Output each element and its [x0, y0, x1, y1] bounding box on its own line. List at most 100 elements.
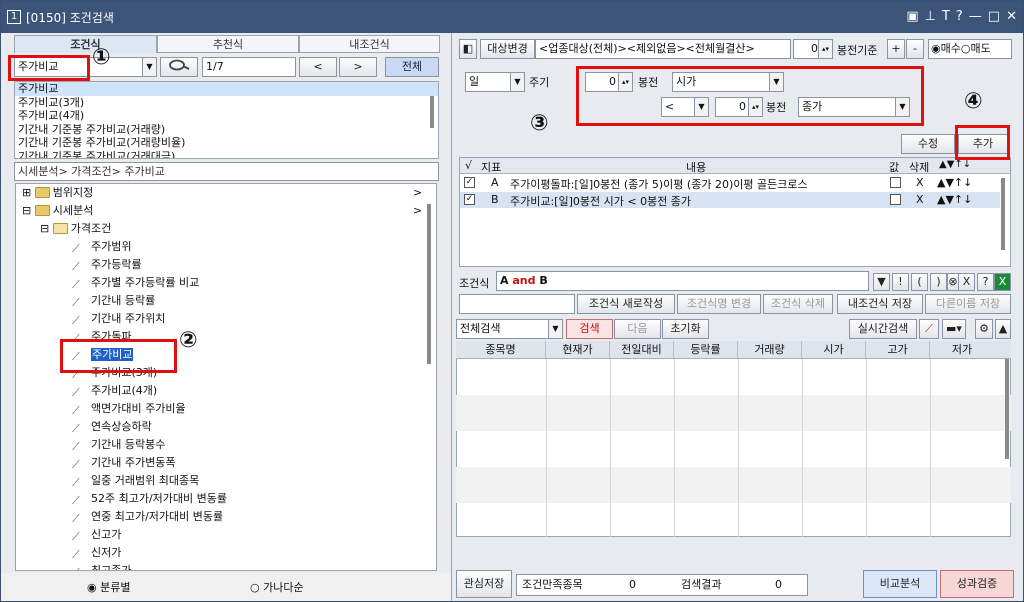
tree-leaf[interactable]: ⟋ 주가비교(4개): [72, 382, 157, 400]
scrollbar[interactable]: [430, 96, 434, 128]
tree-leaf[interactable]: ⟋ 일중 거래범위 최대종목: [72, 472, 199, 490]
next-button[interactable]: >: [339, 57, 377, 77]
verify-button[interactable]: 성과검증: [940, 570, 1014, 598]
value-checkbox[interactable]: [890, 194, 901, 205]
list-item[interactable]: 주가비교(4개): [15, 109, 438, 123]
tree-leaf[interactable]: ⟋ 주가별 주가등락률 비교: [72, 274, 199, 292]
tab-conditions[interactable]: 조건식: [14, 35, 157, 53]
tab-recommended[interactable]: 추천식: [157, 35, 299, 53]
tree-leaf[interactable]: ⟋ 신고가: [72, 526, 121, 544]
delete-condition-button[interactable]: 조건식 삭제: [763, 294, 833, 314]
save-my-condition-button[interactable]: 내조건식 저장: [837, 294, 923, 314]
checkbox-checked[interactable]: ✓: [464, 194, 475, 205]
list-item[interactable]: 기간내 기준봉 주가비교(거래량비율): [15, 136, 438, 150]
next-page-button[interactable]: 다음: [614, 319, 661, 339]
buy-sell-toggle[interactable]: ◉매수○매도: [928, 39, 1012, 59]
not-button[interactable]: !: [892, 273, 909, 291]
list-item[interactable]: 기간내 기준봉 주가비교(거래대금): [15, 150, 438, 159]
base-stepper[interactable]: 0 ▴▾: [793, 39, 833, 59]
prev-button[interactable]: <: [299, 57, 337, 77]
close-paren-button[interactable]: ): [930, 273, 947, 291]
close-icon[interactable]: ✕: [1006, 9, 1017, 24]
radio-category[interactable]: ◉ 분류별: [87, 579, 130, 595]
checkbox-checked[interactable]: ✓: [464, 177, 475, 188]
scrollbar[interactable]: [1005, 359, 1009, 459]
condition-row-a[interactable]: ✓ A 주가이평돌파:[일]0봉전 (종가 5)이평 (종가 20)이평 골든크…: [460, 175, 1000, 191]
screen-icon[interactable]: ▣: [906, 9, 918, 24]
reset-button[interactable]: 초기화: [662, 319, 709, 339]
delete-button[interactable]: X: [916, 176, 924, 189]
expr-label: 조건식: [459, 277, 490, 290]
result-grid-header: 종목명 현재가 전일대비 등락률 거래량 시가 고가 저가: [456, 341, 1011, 359]
radio-alpha[interactable]: ○ 가나다순: [250, 579, 304, 595]
tree-leaf[interactable]: ⟋최고종가: [72, 562, 131, 570]
condition-header: √ 지표 내용 값 삭제 ▲▼↑↓: [460, 158, 1010, 174]
folder-open-icon: [52, 223, 68, 234]
move-icons[interactable]: ▲▼↑↓: [937, 193, 972, 206]
help-icon[interactable]: ?: [956, 9, 963, 24]
minus-button[interactable]: -: [906, 39, 924, 59]
tree-node-market[interactable]: ⊟ 시세분석: [22, 202, 93, 220]
pin-icon[interactable]: ⊥: [925, 9, 936, 24]
condition-row-b[interactable]: ✓ B 주가비교:[일]0봉전 시가 < 0봉전 종가 X ▲▼↑↓: [460, 192, 1000, 208]
rename-condition-button[interactable]: 조건식명 변경: [677, 294, 761, 314]
new-name-input[interactable]: [459, 294, 575, 314]
plus-button[interactable]: +: [887, 39, 905, 59]
title-bar: 1 [0150] 조건검색 ▣ ⊥ T ? — □ ✕: [1, 1, 1023, 33]
tree-leaf[interactable]: ⟋ 주가범위: [72, 238, 131, 256]
gear-icon[interactable]: ⚙: [975, 319, 993, 339]
scope-select[interactable]: 전체검색 ▼: [456, 319, 563, 339]
tree-node-price[interactable]: ⊟ 가격조건: [40, 220, 111, 238]
menu-icon[interactable]: ▬▾: [942, 319, 966, 339]
tree-leaf[interactable]: ⟋ 액면가대비 주가비율: [72, 400, 186, 418]
all-button[interactable]: 전체: [385, 57, 439, 77]
delete-button[interactable]: X: [916, 193, 924, 206]
collapse-up-icon[interactable]: ▲: [995, 319, 1011, 339]
dropdown-button[interactable]: ▼: [873, 273, 890, 291]
tree-leaf[interactable]: ⟋ 기간내 주가위치: [72, 310, 165, 328]
minimize-icon[interactable]: —: [969, 9, 982, 24]
chevron-down-icon[interactable]: ▼: [142, 58, 156, 76]
tree-leaf[interactable]: ⟋ 기간내 주가변동폭: [72, 454, 175, 472]
sort-options: ◉ 분류별 ○ 가나다순: [1, 573, 451, 601]
chevron-right-icon: >: [413, 204, 423, 217]
list-item[interactable]: 기간내 기준봉 주가비교(거래량): [15, 123, 438, 137]
search-run-button[interactable]: 검색: [566, 319, 613, 339]
layout-icon[interactable]: ◧: [459, 39, 477, 59]
move-icons[interactable]: ▲▼↑↓: [937, 176, 972, 189]
chart-icon: ⟋: [72, 386, 80, 399]
new-condition-button[interactable]: 조건식 새로작성: [577, 294, 675, 314]
expression-field[interactable]: A and B: [496, 271, 869, 291]
tree-leaf[interactable]: ⟋ 기간내 등락률: [72, 292, 155, 310]
tab-my-conditions[interactable]: 내조건식: [299, 35, 440, 53]
save-favorite-button[interactable]: 관심저장: [456, 570, 512, 598]
clear-button[interactable]: X: [958, 273, 975, 291]
chart-icon: ⟋: [72, 278, 80, 291]
open-paren-button[interactable]: (: [911, 273, 928, 291]
text-icon[interactable]: T: [942, 9, 950, 24]
compare-button[interactable]: 비교분석: [863, 570, 937, 598]
scrollbar[interactable]: [427, 204, 431, 364]
help-button[interactable]: ?: [977, 273, 994, 291]
excel-icon[interactable]: X: [994, 273, 1011, 291]
list-item[interactable]: 주가비교(3개): [15, 96, 438, 110]
tree-leaf[interactable]: ⟋ 52주 최고가/저가대비 변동률: [72, 490, 227, 508]
list-item[interactable]: 주가비교: [15, 82, 438, 96]
tree-leaf[interactable]: ⟋ 신저가: [72, 544, 121, 562]
period-select[interactable]: 일 ▼: [465, 72, 525, 92]
change-target-button[interactable]: 대상변경: [480, 39, 535, 59]
search-button[interactable]: [160, 57, 198, 77]
tree-node-range[interactable]: ⊞ 범위지정: [22, 184, 93, 202]
save-as-button[interactable]: 다른이름 저장: [925, 294, 1011, 314]
tree-leaf[interactable]: ⟋ 주가등락률: [72, 256, 142, 274]
value-checkbox[interactable]: [890, 177, 901, 188]
realtime-search-button[interactable]: 실시간검색: [849, 319, 917, 339]
tree-leaf[interactable]: ⟋ 기간내 등락봉수: [72, 436, 165, 454]
chart-icon[interactable]: ⟋: [919, 319, 939, 339]
scrollbar[interactable]: [1001, 178, 1005, 250]
result-grid: [456, 341, 1011, 537]
edit-button[interactable]: 수정: [901, 134, 955, 154]
maximize-icon[interactable]: □: [988, 9, 1000, 24]
tree-leaf[interactable]: ⟋ 연중 최고가/저가대비 변동률: [72, 508, 223, 526]
tree-leaf[interactable]: ⟋ 연속상승하락: [72, 418, 152, 436]
